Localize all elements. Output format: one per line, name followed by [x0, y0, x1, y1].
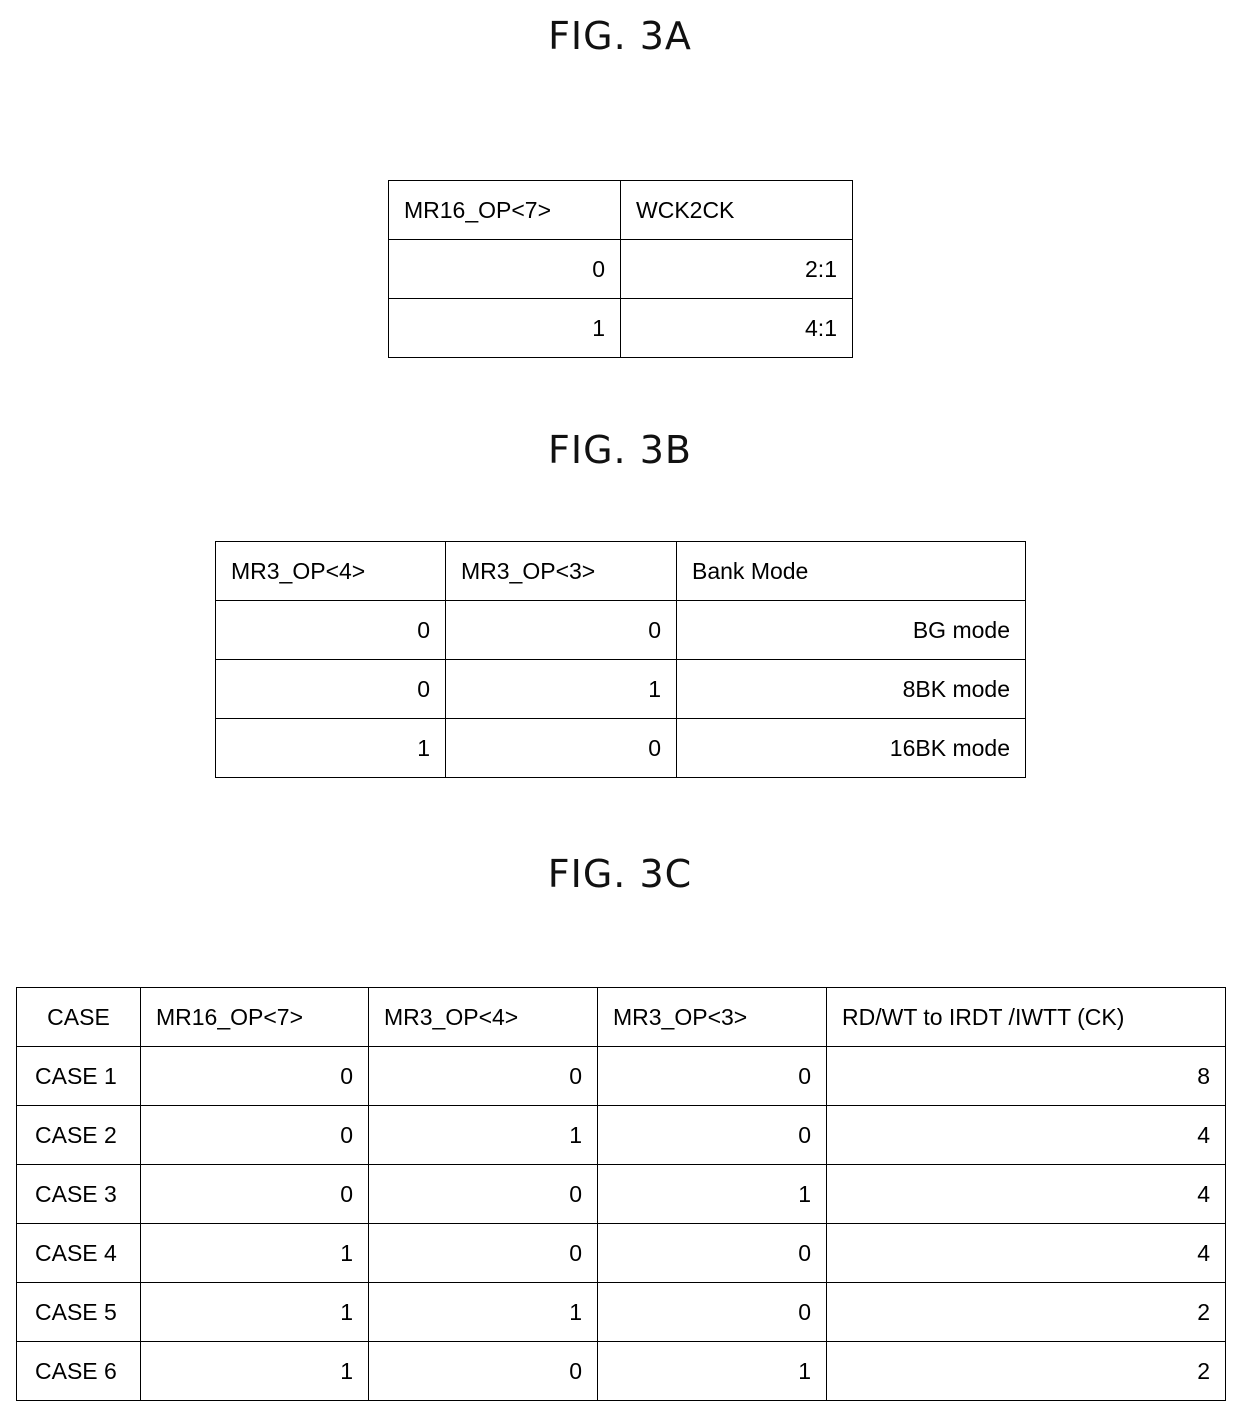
column-header-bank-mode: Bank Mode — [676, 541, 1026, 601]
cell-mr16-op7: 1 — [140, 1282, 369, 1342]
table-row: CASE 6 1 0 1 2 — [16, 1341, 1226, 1401]
figure-title-3a: FIG. 3A — [548, 14, 692, 58]
table-row: CASE 3 0 0 1 4 — [16, 1164, 1226, 1224]
column-header-mr3-op4: MR3_OP<4> — [215, 541, 446, 601]
table-header-row: CASE MR16_OP<7> MR3_OP<4> MR3_OP<3> RD/W… — [16, 987, 1226, 1047]
cell-mr3-op4: 0 — [368, 1341, 598, 1401]
cell-mr3-op3: 1 — [445, 659, 677, 719]
cell-rdwt-latency: 8 — [826, 1046, 1226, 1106]
cell-mr16-op7: 0 — [140, 1164, 369, 1224]
cell-mr3-op3: 1 — [597, 1164, 827, 1224]
column-header-rdwt-to-irdt-iwtt: RD/WT to IRDT /IWTT (CK) — [826, 987, 1226, 1047]
cell-rdwt-latency: 2 — [826, 1341, 1226, 1401]
cell-mr3-op3: 0 — [597, 1105, 827, 1165]
table-header-row: MR16_OP<7> WCK2CK — [388, 180, 853, 240]
cell-mr3-op3: 0 — [597, 1046, 827, 1106]
table-row: CASE 2 0 1 0 4 — [16, 1105, 1226, 1165]
cell-mr16-op7: 1 — [388, 298, 621, 358]
cell-bank-mode: 16BK mode — [676, 718, 1026, 778]
table-fig-3c: CASE MR16_OP<7> MR3_OP<4> MR3_OP<3> RD/W… — [16, 987, 1226, 1401]
cell-mr3-op4: 0 — [368, 1223, 598, 1283]
cell-mr3-op4: 1 — [215, 718, 446, 778]
column-header-case: CASE — [16, 987, 141, 1047]
cell-mr3-op3: 0 — [445, 718, 677, 778]
table-fig-3a: MR16_OP<7> WCK2CK 0 2:1 1 4:1 — [388, 180, 853, 358]
table-row: 0 0 BG mode — [215, 600, 1026, 660]
column-header-mr3-op3: MR3_OP<3> — [445, 541, 677, 601]
cell-mr3-op4: 0 — [215, 659, 446, 719]
table-row: 0 2:1 — [388, 239, 853, 299]
cell-mr3-op4: 1 — [368, 1105, 598, 1165]
cell-rdwt-latency: 4 — [826, 1164, 1226, 1224]
cell-mr3-op4: 1 — [368, 1282, 598, 1342]
cell-mr16-op7: 0 — [140, 1105, 369, 1165]
cell-bank-mode: BG mode — [676, 600, 1026, 660]
cell-mr3-op4: 0 — [215, 600, 446, 660]
cell-mr3-op4: 0 — [368, 1164, 598, 1224]
cell-case-label: CASE 2 — [16, 1105, 141, 1165]
table-row: CASE 4 1 0 0 4 — [16, 1223, 1226, 1283]
column-header-wck2ck: WCK2CK — [620, 180, 853, 240]
cell-mr16-op7: 0 — [388, 239, 621, 299]
table-row: 1 4:1 — [388, 298, 853, 358]
table-row: 0 1 8BK mode — [215, 659, 1026, 719]
cell-mr3-op3: 1 — [597, 1341, 827, 1401]
cell-rdwt-latency: 2 — [826, 1282, 1226, 1342]
table-fig-3b: MR3_OP<4> MR3_OP<3> Bank Mode 0 0 BG mod… — [215, 541, 1026, 778]
figure-title-3c: FIG. 3C — [547, 852, 693, 896]
cell-mr16-op7: 1 — [140, 1223, 369, 1283]
cell-wck2ck: 2:1 — [620, 239, 853, 299]
cell-rdwt-latency: 4 — [826, 1223, 1226, 1283]
table-row: CASE 5 1 1 0 2 — [16, 1282, 1226, 1342]
cell-case-label: CASE 3 — [16, 1164, 141, 1224]
column-header-mr3-op3: MR3_OP<3> — [597, 987, 827, 1047]
column-header-mr3-op4: MR3_OP<4> — [368, 987, 598, 1047]
table-row: 1 0 16BK mode — [215, 718, 1026, 778]
column-header-mr16-op7: MR16_OP<7> — [140, 987, 369, 1047]
cell-case-label: CASE 6 — [16, 1341, 141, 1401]
cell-mr3-op3: 0 — [445, 600, 677, 660]
figure-title-3b: FIG. 3B — [548, 428, 692, 472]
cell-case-label: CASE 1 — [16, 1046, 141, 1106]
cell-bank-mode: 8BK mode — [676, 659, 1026, 719]
column-header-mr16-op7: MR16_OP<7> — [388, 180, 621, 240]
cell-mr3-op3: 0 — [597, 1223, 827, 1283]
cell-wck2ck: 4:1 — [620, 298, 853, 358]
cell-mr16-op7: 0 — [140, 1046, 369, 1106]
cell-case-label: CASE 4 — [16, 1223, 141, 1283]
cell-mr3-op4: 0 — [368, 1046, 598, 1106]
table-header-row: MR3_OP<4> MR3_OP<3> Bank Mode — [215, 541, 1026, 601]
cell-mr3-op3: 0 — [597, 1282, 827, 1342]
cell-case-label: CASE 5 — [16, 1282, 141, 1342]
table-row: CASE 1 0 0 0 8 — [16, 1046, 1226, 1106]
cell-rdwt-latency: 4 — [826, 1105, 1226, 1165]
cell-mr16-op7: 1 — [140, 1341, 369, 1401]
